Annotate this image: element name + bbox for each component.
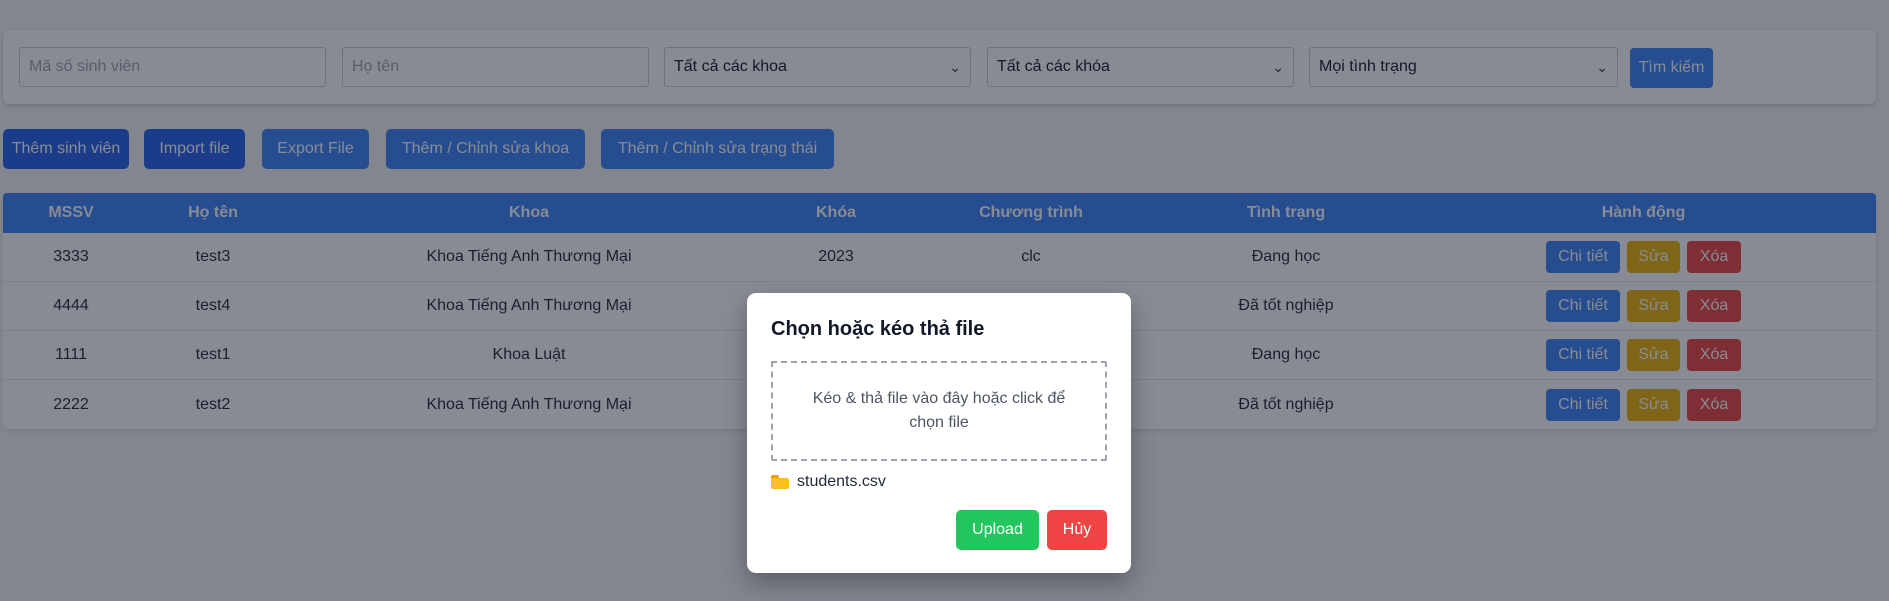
dropzone-text: Kéo & thả file vào đây hoặc click để chọ… bbox=[812, 390, 1066, 431]
cancel-button[interactable]: Hủy bbox=[1047, 510, 1107, 550]
modal-title: Chọn hoặc kéo thả file bbox=[771, 318, 985, 340]
upload-modal: Chọn hoặc kéo thả file Kéo & thả file và… bbox=[747, 293, 1131, 573]
page-background: Mã số sinh viên Họ tên Tất cả các khoa ⌄… bbox=[0, 0, 1889, 601]
folder-icon bbox=[771, 475, 789, 489]
upload-button[interactable]: Upload bbox=[956, 510, 1039, 550]
selected-file-name: students.csv bbox=[797, 473, 886, 490]
file-dropzone[interactable]: Kéo & thả file vào đây hoặc click để chọ… bbox=[771, 361, 1107, 461]
selected-file: students.csv bbox=[771, 470, 886, 494]
